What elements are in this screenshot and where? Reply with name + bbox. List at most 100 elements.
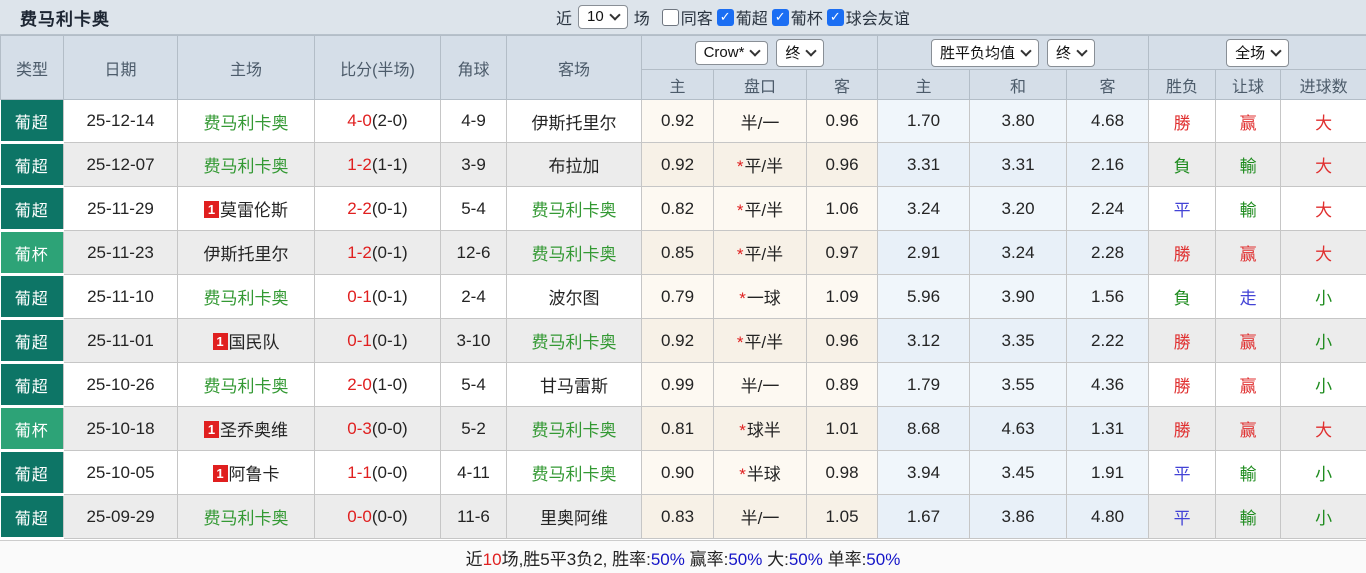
team-name: 费马利卡奥 [204, 509, 289, 528]
score-halftime: (0-1) [372, 199, 408, 218]
chevron-down-icon [806, 45, 817, 56]
result-outcome-cell: 勝 [1149, 231, 1216, 275]
result-value: 輸 [1240, 201, 1257, 220]
result-value: 輸 [1240, 509, 1257, 528]
filter-checkbox-0[interactable] [662, 9, 679, 26]
result-value: 小 [1315, 289, 1332, 308]
handicap-cell: *半球 [714, 451, 807, 495]
team-name: 伊斯托里尔 [204, 245, 289, 264]
away-team-cell: 费马利卡奥 [507, 187, 642, 231]
result-handicap-cell: 走 [1216, 275, 1281, 319]
summary-footer: 近10场,胜5平3负2, 胜率:50% 赢率:50% 大:50% 单率:50% [0, 540, 1366, 573]
avg-home-cell: 8.68 [878, 407, 970, 451]
result-value: 平 [1174, 509, 1191, 528]
score-cell: 0-1(0-1) [315, 275, 441, 319]
summary-segment: 50% [728, 550, 762, 569]
avg-draw-cell: 4.63 [970, 407, 1067, 451]
summary-text: 近10场,胜5平3负2, 胜率:50% 赢率:50% 大:50% 单率:50% [466, 545, 901, 570]
avg-draw-cell: 3.24 [970, 231, 1067, 275]
odds-away-cell: 1.01 [807, 407, 878, 451]
score-halftime: (2-0) [372, 111, 408, 130]
handicap-star: * [737, 333, 744, 352]
score-halftime: (0-1) [372, 243, 408, 262]
league-type-cell: 葡超 [1, 495, 64, 539]
away-team-cell: 伊斯托里尔 [507, 100, 642, 143]
col-header-score: 比分(半场) [315, 36, 441, 100]
result-goals-cell: 小 [1281, 495, 1366, 539]
team-name: 国民队 [229, 333, 280, 352]
result-value: 勝 [1174, 333, 1191, 352]
rank-badge: 1 [213, 333, 228, 350]
filter-checkbox-label: 葡杯 [791, 5, 823, 29]
filter-checkbox-2[interactable]: ✓ [772, 9, 789, 26]
avg-home-cell: 3.12 [878, 319, 970, 363]
bookmaker-select[interactable]: Crow* [695, 41, 769, 65]
league-type-cell: 葡超 [1, 451, 64, 495]
result-value: 勝 [1174, 421, 1191, 440]
date-cell: 25-12-14 [64, 100, 178, 143]
summary-segment: 50% [789, 550, 823, 569]
odds-home-cell: 0.82 [642, 187, 714, 231]
filter-checkbox-label: 葡超 [736, 5, 768, 29]
avg-type-select[interactable]: 胜平负均值 [931, 39, 1039, 67]
sub-header-odds-away: 客 [807, 70, 878, 100]
odds-away-cell: 0.96 [807, 319, 878, 363]
date-cell: 25-09-29 [64, 495, 178, 539]
result-value: 赢 [1240, 421, 1257, 440]
date-cell: 25-12-07 [64, 143, 178, 187]
recent-count-select[interactable]: 10 [578, 5, 628, 29]
result-value: 赢 [1240, 333, 1257, 352]
date-cell: 25-11-23 [64, 231, 178, 275]
odds-time-select[interactable]: 终 [776, 39, 824, 67]
sub-header-goals: 进球数 [1281, 70, 1366, 100]
result-value: 勝 [1174, 377, 1191, 396]
home-team-cell: 费马利卡奥 [178, 100, 315, 143]
score-halftime: (0-0) [372, 419, 408, 438]
scope-select[interactable]: 全场 [1226, 39, 1289, 67]
filter-checkbox-group: 同客✓葡超✓葡杯✓球会友谊 [660, 5, 912, 29]
score-halftime: (1-0) [372, 375, 408, 394]
score-fulltime: 4-0 [347, 111, 372, 130]
handicap-value: 一球 [747, 289, 781, 308]
league-type-cell: 葡超 [1, 143, 64, 187]
score-cell: 4-0(2-0) [315, 100, 441, 143]
odds-away-cell: 1.05 [807, 495, 878, 539]
team-name: 伊斯托里尔 [532, 114, 617, 133]
avg-time-select[interactable]: 终 [1047, 39, 1095, 67]
result-value: 小 [1315, 333, 1332, 352]
odds-away-cell: 1.06 [807, 187, 878, 231]
score-cell: 0-1(0-1) [315, 319, 441, 363]
away-team-cell: 费马利卡奥 [507, 407, 642, 451]
team-name: 费马利卡奥 [204, 114, 289, 133]
handicap-value: 平/半 [744, 245, 783, 264]
filter-checkbox-3[interactable]: ✓ [827, 9, 844, 26]
home-team-cell: 伊斯托里尔 [178, 231, 315, 275]
avg-away-cell: 2.16 [1067, 143, 1149, 187]
result-outcome-cell: 平 [1149, 187, 1216, 231]
avg-draw-cell: 3.35 [970, 319, 1067, 363]
score-fulltime: 1-2 [347, 155, 372, 174]
home-team-cell: 1阿鲁卡 [178, 451, 315, 495]
result-value: 勝 [1174, 114, 1191, 133]
summary-segment: 大: [762, 550, 788, 569]
col-header-corner: 角球 [441, 36, 507, 100]
away-team-cell: 波尔图 [507, 275, 642, 319]
result-handicap-cell: 輸 [1216, 451, 1281, 495]
result-value: 勝 [1174, 245, 1191, 264]
result-handicap-cell: 輸 [1216, 187, 1281, 231]
match-row: 葡超25-09-29费马利卡奥0-0(0-0)11-6里奥阿维0.83半/一1.… [1, 495, 1366, 539]
match-row: 葡超25-10-26费马利卡奥2-0(1-0)5-4甘马雷斯0.99半/一0.8… [1, 363, 1366, 407]
result-value: 赢 [1240, 114, 1257, 133]
odds-away-cell: 0.89 [807, 363, 878, 407]
result-value: 小 [1315, 377, 1332, 396]
filter-checkbox-1[interactable]: ✓ [717, 9, 734, 26]
score-halftime: (0-0) [372, 463, 408, 482]
result-handicap-cell: 赢 [1216, 407, 1281, 451]
summary-segment: 50% [651, 550, 685, 569]
score-halftime: (0-1) [372, 331, 408, 350]
col-header-date: 日期 [64, 36, 178, 100]
avg-draw-cell: 3.86 [970, 495, 1067, 539]
avg-draw-cell: 3.55 [970, 363, 1067, 407]
match-row: 葡超25-12-14费马利卡奥4-0(2-0)4-9伊斯托里尔0.92半/一0.… [1, 100, 1366, 143]
result-value: 赢 [1240, 245, 1257, 264]
